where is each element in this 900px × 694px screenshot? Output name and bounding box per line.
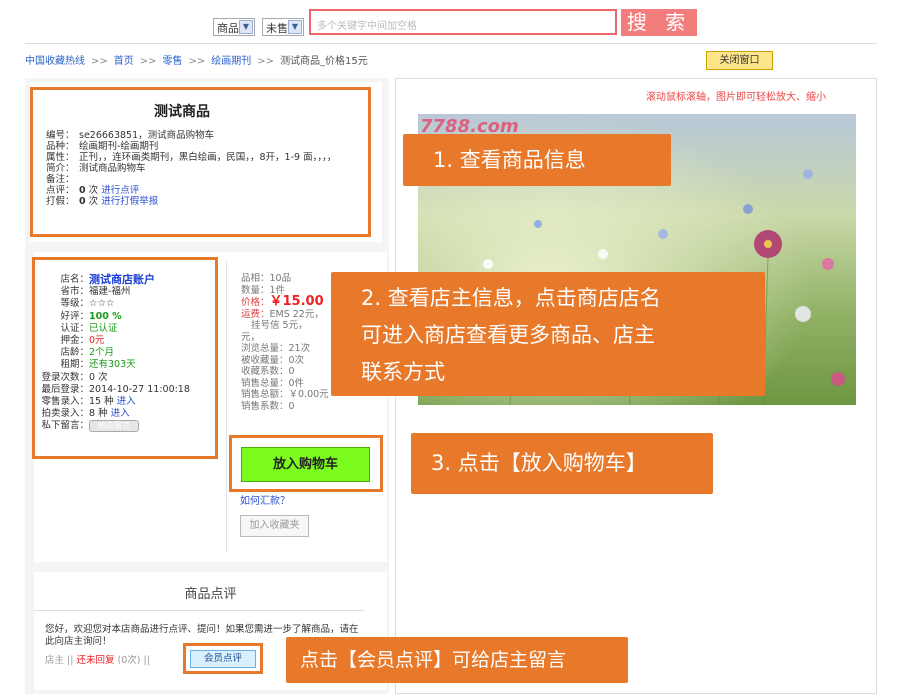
search-button[interactable]: 搜 索: [621, 9, 697, 36]
status-select[interactable]: 未售 ▼: [262, 18, 304, 36]
stat-key: 销售总量：: [241, 377, 289, 389]
stat-key: 销售系数：: [241, 400, 289, 412]
shipping-line: 挂号信 5元，: [251, 320, 308, 331]
price-value: ￥15.00: [269, 294, 324, 309]
stat-value: 0件: [288, 377, 305, 389]
divider: [226, 262, 227, 552]
owner-label: 店主: [45, 655, 65, 666]
shipping-key: 运费：: [241, 308, 270, 320]
highlight-cart-button: [229, 435, 383, 492]
breadcrumb-separator: >>: [91, 56, 108, 67]
meta-separator: ||: [143, 655, 150, 666]
stat-key: 品相：: [241, 273, 270, 284]
meta-separator: ||: [67, 655, 74, 666]
stat-key: 数量：: [241, 284, 270, 296]
highlight-product-info: [30, 87, 371, 237]
callout-line: 联系方式: [361, 360, 445, 384]
stat-value: ￥0.00元: [288, 389, 329, 400]
breadcrumb-current: 测试商品_价格15元: [280, 56, 368, 67]
callout-step-1: 1. 查看商品信息: [403, 134, 671, 186]
stat-key: 被收藏量：: [241, 354, 289, 366]
shipping-line: EMS 22元，: [269, 308, 324, 320]
close-window-button[interactable]: 关闭窗口: [706, 51, 773, 70]
stat-row: 销售系数：0: [241, 401, 357, 413]
stat-value: 10品: [269, 273, 292, 284]
search-bar: 商品 ▼ 未售 ▼ 多个关键字中间加空格 搜 索: [0, 0, 900, 44]
status-select-value: 未售: [266, 22, 288, 35]
stat-key: 浏览总量：: [241, 343, 289, 354]
callout-step-3: 3. 点击【放入购物车】: [411, 433, 713, 494]
chevron-down-icon: ▼: [239, 20, 253, 34]
shipping-line: 元，: [241, 331, 261, 343]
stat-value: 21次: [288, 343, 311, 354]
callout-step-2: 2. 查看店主信息，点击商店店名 可进入商店查看更多商品、店主 联系方式: [331, 272, 765, 396]
search-input[interactable]: 多个关键字中间加空格: [309, 9, 617, 35]
how-to-pay-link[interactable]: 如何汇款？: [240, 492, 290, 507]
breadcrumb-item[interactable]: 零售: [163, 56, 183, 67]
highlight-member-review: [183, 643, 263, 674]
add-favorite-button[interactable]: 加入收藏夹: [240, 515, 309, 537]
callout-line: 可进入商店查看更多商品、店主: [361, 323, 655, 347]
highlight-shop-info: [32, 257, 218, 459]
breadcrumb: 中国收藏热线 >> 首页 >> 零售 >> 绘画期刊 >> 测试商品_价格15元: [25, 52, 368, 67]
callout-line: 2. 查看店主信息，点击商店店名: [361, 286, 661, 310]
no-reply-label: 还未回复: [76, 655, 115, 666]
stat-key: 收藏系数：: [241, 366, 289, 377]
type-select-value: 商品: [217, 22, 239, 35]
search-placeholder: 多个关键字中间加空格: [317, 21, 417, 32]
callout-step-4: 点击【会员点评】可给店主留言: [286, 637, 628, 683]
stat-value: 0次: [288, 354, 305, 366]
chevron-down-icon: ▼: [288, 20, 302, 34]
stat-key: 销售总额：: [241, 389, 289, 400]
review-meta: 店主 || 还未回复 (0次) ||: [45, 652, 150, 666]
reply-count: (0次): [117, 655, 141, 666]
review-title: 商品点评: [184, 587, 237, 602]
breadcrumb-item[interactable]: 中国收藏热线: [25, 56, 85, 67]
divider: [25, 43, 877, 44]
type-select[interactable]: 商品 ▼: [213, 18, 255, 36]
stat-value: 0: [288, 400, 295, 412]
breadcrumb-separator: >>: [257, 56, 275, 67]
divider: [34, 610, 364, 611]
breadcrumb-separator: >>: [139, 56, 157, 67]
stat-value: 0: [288, 366, 295, 377]
breadcrumb-separator: >>: [188, 56, 206, 67]
price-key: 价格：: [241, 297, 270, 308]
zoom-hint: 滚动鼠标滚轴，图片即可轻松放大、缩小: [646, 92, 826, 103]
breadcrumb-item[interactable]: 首页: [114, 56, 134, 67]
breadcrumb-item[interactable]: 绘画期刊: [211, 56, 251, 67]
